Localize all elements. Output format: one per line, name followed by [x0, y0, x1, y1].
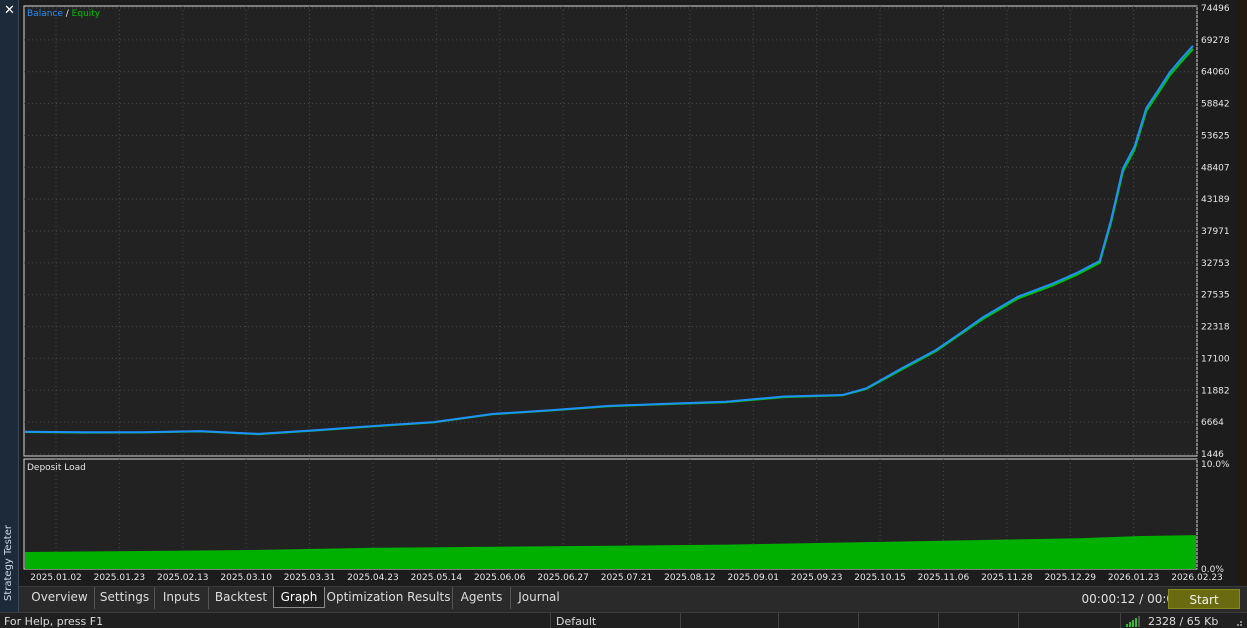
tab-graph[interactable]: Graph [273, 587, 325, 608]
x-tick-label: 2025.05.14 [411, 573, 463, 583]
status-divider [938, 613, 939, 628]
y-tick-label: 6664 [1201, 418, 1224, 428]
y-tick-label: 48407 [1201, 163, 1230, 173]
graph-panel: 2025.01.02 2025.01.23 2025.02.13 2025.03.10… [19, 0, 1238, 586]
start-button[interactable]: Start [1168, 589, 1240, 609]
status-divider [858, 613, 859, 628]
x-tick-label: 2025.03.10 [220, 573, 272, 583]
x-tick-label: 2026.01.23 [1108, 573, 1160, 583]
x-tick-label: 2025.11.06 [918, 573, 970, 583]
tab-optimization-results[interactable]: Optimization Results [325, 587, 453, 609]
x-tick-label: 2025.09.23 [791, 573, 843, 583]
x-tick-label: 2025.01.23 [94, 573, 146, 583]
chart-legend: Balance / Equity [27, 9, 101, 19]
x-tick-label: 2025.07.21 [601, 573, 653, 583]
y-tick-label: 37971 [1201, 227, 1230, 237]
tab-backtest[interactable]: Backtest [209, 587, 273, 609]
deposit-load-y-max: 10.0% [1201, 460, 1230, 470]
status-divider [550, 613, 551, 628]
deposit-load-title: Deposit Load [27, 463, 86, 473]
y-tick-label: 22318 [1201, 323, 1230, 333]
legend-item-equity: Equity [72, 9, 101, 19]
legend-item-balance: Balance [27, 9, 63, 19]
x-tick-label: 2025.03.31 [284, 573, 336, 583]
x-tick-label: 2025.06.27 [537, 573, 589, 583]
x-tick-label: 2025.01.02 [30, 573, 82, 583]
resize-grip-icon[interactable] [1233, 617, 1243, 627]
tab-inputs[interactable]: Inputs [155, 587, 209, 609]
status-profile[interactable]: Default [556, 615, 596, 628]
signal-bars-icon[interactable] [1126, 616, 1140, 627]
y-tick-label: 32753 [1201, 259, 1230, 269]
y-tick-label: 27535 [1201, 291, 1230, 301]
tab-agents[interactable]: Agents [453, 587, 511, 609]
status-help-text: For Help, press F1 [4, 615, 104, 628]
deposit-load-y-min: 0.0% [1201, 565, 1224, 575]
right-edge-strip [1238, 0, 1247, 588]
tab-bar: Overview Settings Inputs Backtest Graph … [19, 586, 1247, 612]
strategy-tester-sidebar: ✕ Strategy Tester [0, 0, 19, 612]
tab-overview[interactable]: Overview [25, 587, 95, 609]
x-tick-label: 2025.02.13 [157, 573, 209, 583]
x-tick-label: 2025.12.29 [1044, 573, 1096, 583]
status-divider [778, 613, 779, 628]
y-tick-label: 11882 [1201, 386, 1230, 396]
y-tick-label: 1446 [1201, 450, 1224, 460]
legend-separator: / [63, 9, 72, 19]
status-divider [680, 613, 681, 628]
y-tick-label: 69278 [1201, 36, 1230, 46]
status-divider [1120, 613, 1121, 628]
status-divider [1018, 613, 1019, 628]
x-tick-label: 2025.08.12 [664, 573, 716, 583]
x-tick-label: 2025.04.23 [347, 573, 399, 583]
status-bar: For Help, press F1 Default 2328 / 65 Kb [0, 612, 1247, 628]
y-tick-label: 58842 [1201, 100, 1230, 110]
tab-journal[interactable]: Journal [511, 587, 567, 609]
x-tick-label: 2025.06.06 [474, 573, 526, 583]
x-tick-label: 2025.09.01 [728, 573, 780, 583]
y-tick-label: 43189 [1201, 195, 1230, 205]
x-tick-label: 2025.11.28 [981, 573, 1033, 583]
balance-plot-area [23, 5, 1198, 457]
status-traffic: 2328 / 65 Kb [1148, 615, 1219, 628]
close-icon[interactable]: ✕ [2, 3, 17, 18]
y-tick-label: 53625 [1201, 131, 1230, 141]
x-tick-label: 2025.10.15 [854, 573, 906, 583]
y-tick-label: 64060 [1201, 68, 1230, 78]
tab-settings[interactable]: Settings [95, 587, 155, 609]
sidebar-title: Strategy Tester [3, 525, 14, 601]
y-tick-label: 17100 [1201, 354, 1230, 364]
y-tick-label: 74496 [1201, 4, 1230, 14]
